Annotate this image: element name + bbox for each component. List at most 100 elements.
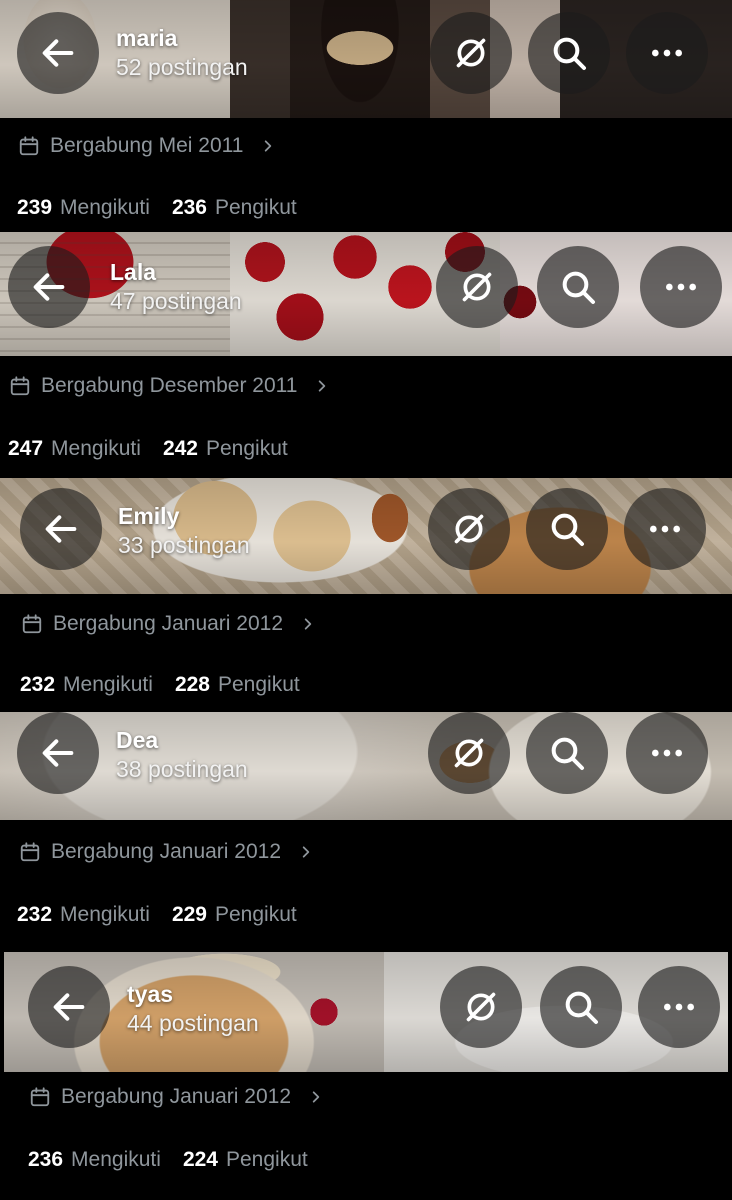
grok-button[interactable] [428, 712, 510, 794]
following-label[interactable]: Mengikuti [60, 903, 150, 927]
following-count[interactable]: 247 [8, 437, 43, 461]
profile-card-dea: Dea 38 postingan Bergabung Januari 2012 … [0, 712, 732, 952]
more-button[interactable] [638, 966, 720, 1048]
profile-header-text: Dea 38 postingan [116, 726, 248, 784]
grok-icon [456, 38, 486, 68]
more-button[interactable] [626, 12, 708, 94]
following-count[interactable]: 232 [17, 903, 52, 927]
grok-icon [454, 514, 484, 544]
search-button[interactable] [526, 488, 608, 570]
join-date[interactable]: Bergabung Januari 2012 [19, 840, 313, 864]
following-label[interactable]: Mengikuti [63, 673, 153, 697]
grok-icon [466, 992, 496, 1022]
grok-button[interactable] [440, 966, 522, 1048]
more-horizontal-icon [664, 1003, 694, 1011]
profile-card-emily: Emily 33 postingan Bergabung Januari 201… [0, 478, 732, 712]
grok-icon [462, 272, 492, 302]
search-button[interactable] [528, 12, 610, 94]
follow-stats: 232 Mengikuti 229 Pengikut [17, 903, 319, 927]
following-label[interactable]: Mengikuti [71, 1148, 161, 1172]
profile-name: Lala [110, 259, 157, 285]
grok-button[interactable] [428, 488, 510, 570]
followers-label[interactable]: Pengikut [226, 1148, 308, 1172]
profile-card-maria: maria 52 postingan Bergabung Mei 2011 23… [0, 0, 732, 232]
arrow-left-icon [42, 739, 74, 767]
follow-stats: 236 Mengikuti 224 Pengikut [28, 1148, 330, 1172]
more-button[interactable] [626, 712, 708, 794]
following-label[interactable]: Mengikuti [51, 437, 141, 461]
search-icon [553, 37, 586, 70]
more-horizontal-icon [666, 283, 696, 291]
grok-button[interactable] [430, 12, 512, 94]
profile-header-text: Lala 47 postingan [110, 258, 242, 316]
chevron-right-icon [302, 846, 310, 858]
followers-label[interactable]: Pengikut [215, 903, 297, 927]
join-date[interactable]: Bergabung Mei 2011 [18, 134, 275, 158]
profile-card-tyas: tyas 44 postingan Bergabung Januari 2012… [0, 952, 732, 1200]
grok-icon [454, 738, 484, 768]
join-date[interactable]: Bergabung Januari 2012 [29, 1085, 323, 1109]
profile-name: tyas [127, 981, 174, 1007]
following-count[interactable]: 232 [20, 673, 55, 697]
join-date-text: Bergabung Mei 2011 [50, 134, 244, 157]
more-horizontal-icon [650, 525, 680, 533]
chevron-right-icon [265, 140, 272, 152]
follow-stats: 239 Mengikuti 236 Pengikut [17, 196, 319, 220]
search-icon [551, 737, 584, 770]
join-date[interactable]: Bergabung Desember 2011 [9, 374, 329, 398]
search-icon [562, 271, 595, 304]
post-count: 33 postingan [118, 532, 250, 558]
profile-card-lala: Lala 47 postingan Bergabung Desember 201… [0, 232, 732, 476]
search-button[interactable] [537, 246, 619, 328]
arrow-left-icon [42, 39, 74, 67]
follow-stats: 232 Mengikuti 228 Pengikut [20, 673, 322, 697]
followers-label[interactable]: Pengikut [218, 673, 300, 697]
search-button[interactable] [526, 712, 608, 794]
join-date-text: Bergabung Desember 2011 [41, 374, 298, 397]
followers-label[interactable]: Pengikut [215, 196, 297, 220]
followers-count[interactable]: 228 [175, 673, 210, 697]
back-button[interactable] [28, 966, 110, 1048]
more-button[interactable] [624, 488, 706, 570]
profile-banner [0, 478, 732, 594]
more-button[interactable] [640, 246, 722, 328]
calendar-icon [22, 614, 42, 634]
profile-name: Emily [118, 503, 180, 529]
profile-banner [0, 712, 732, 820]
back-button[interactable] [17, 712, 99, 794]
followers-count[interactable]: 229 [172, 903, 207, 927]
join-date-text: Bergabung Januari 2012 [51, 840, 282, 863]
calendar-icon [30, 1087, 50, 1107]
search-button[interactable] [540, 966, 622, 1048]
followers-count[interactable]: 236 [172, 196, 207, 220]
search-icon [551, 513, 584, 546]
post-count: 44 postingan [127, 1010, 259, 1036]
profile-banner [0, 0, 732, 118]
join-date-text: Bergabung Januari 2012 [53, 612, 284, 635]
grok-button[interactable] [436, 246, 518, 328]
more-horizontal-icon [652, 749, 682, 757]
post-count: 47 postingan [110, 288, 242, 314]
profile-header-text: tyas 44 postingan [127, 980, 259, 1038]
arrow-left-icon [53, 993, 85, 1021]
more-horizontal-icon [652, 49, 682, 57]
calendar-icon [20, 842, 40, 862]
back-button[interactable] [20, 488, 102, 570]
following-count[interactable]: 239 [17, 196, 52, 220]
profile-name: Dea [116, 727, 159, 753]
back-button[interactable] [17, 12, 99, 94]
arrow-left-icon [33, 273, 65, 301]
following-label[interactable]: Mengikuti [60, 196, 150, 220]
back-button[interactable] [8, 246, 90, 328]
following-count[interactable]: 236 [28, 1148, 63, 1172]
profile-name: maria [116, 25, 178, 51]
join-date-text: Bergabung Januari 2012 [61, 1085, 292, 1108]
follow-stats: 247 Mengikuti 242 Pengikut [8, 437, 310, 461]
chevron-right-icon [304, 618, 312, 630]
followers-label[interactable]: Pengikut [206, 437, 288, 461]
followers-count[interactable]: 242 [163, 437, 198, 461]
profile-header-text: maria 52 postingan [116, 24, 248, 82]
join-date[interactable]: Bergabung Januari 2012 [21, 612, 315, 636]
profile-header-text: Emily 33 postingan [118, 502, 250, 560]
followers-count[interactable]: 224 [183, 1148, 218, 1172]
